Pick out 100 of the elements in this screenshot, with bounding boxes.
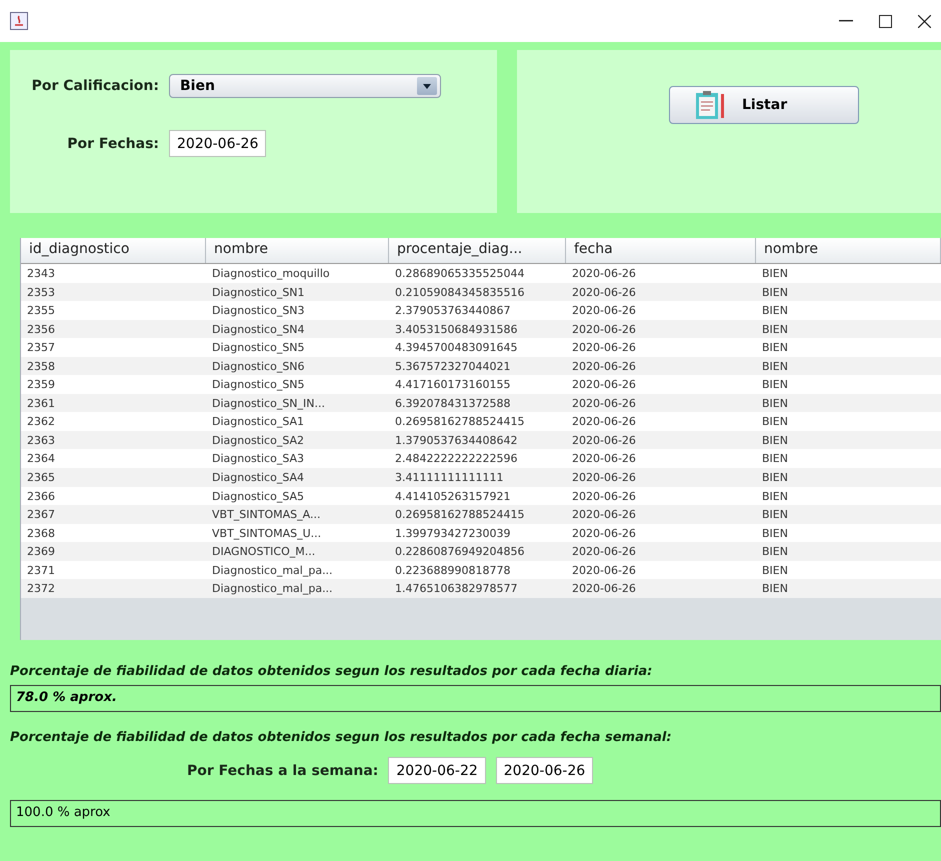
column-header[interactable]: fecha <box>566 238 756 263</box>
table-cell-text: 2359 <box>26 377 56 394</box>
table-cell-text: Diagnostico_SN_IN... <box>211 396 326 412</box>
table-cell-text: Diagnostico_SN5 <box>211 340 306 356</box>
table-cell-text: VBT_SINTOMAS_A... <box>211 507 322 524</box>
list-button[interactable]: Listar <box>669 86 859 124</box>
table-cell-text: 2020-06-26 <box>571 544 637 560</box>
table-cell-text: 4.3945700483091645 <box>394 340 518 356</box>
table-cell-text: Diagnostico_SN6 <box>211 358 306 375</box>
table-cell-text: BIEN <box>761 340 789 356</box>
table-cell-text: 2353 <box>26 284 56 301</box>
table-cell-text: BIEN <box>761 377 789 394</box>
table-cell-text: Diagnostico_SA1 <box>211 414 306 430</box>
table-cell-text: 2361 <box>26 396 56 412</box>
table-cell-text: 5.367572327044021 <box>394 358 512 375</box>
table-cell-text: 2343 <box>26 266 56 282</box>
table-cell-text: 2357 <box>26 340 56 356</box>
table-cell-text: 0.21059084345835516 <box>394 284 526 301</box>
daily-label: Porcentaje de fiabilidad de datos obtenidos segun los resultados por cada fecha diaria: <box>10 664 654 679</box>
table-cell-text: Diagnostico_mal_pa... <box>211 581 334 598</box>
table-cell-text: BIEN <box>761 322 789 338</box>
table-cell-text: 2020-06-26 <box>571 432 637 449</box>
table-cell-text: 2020-06-26 <box>571 581 637 598</box>
table-cell-text: 2365 <box>26 470 56 486</box>
column-header[interactable]: nombre <box>756 238 941 263</box>
table-cell-text: 2356 <box>26 322 56 338</box>
table-cell-text: 2371 <box>26 562 56 579</box>
table-cell-text: Diagnostico_mal_pa... <box>211 562 334 579</box>
table-cell-text: 2362 <box>26 414 56 430</box>
caret-icon <box>423 84 431 88</box>
grade-label: Por Calificacion: <box>30 78 159 94</box>
date-label: Por Fechas: <box>66 136 159 152</box>
daily-result: 78.0 % aprox. <box>10 685 941 712</box>
table-cell-text: 2020-06-26 <box>571 470 637 486</box>
week-end-field[interactable]: 2020-06-26 <box>496 757 594 784</box>
weekly-label: Porcentaje de fiabilidad de datos obtenidos segun los resultados por cada fecha semanal: <box>10 730 673 745</box>
date-field[interactable]: 2020-06-26 <box>169 130 266 157</box>
table-cell-text: 0.223688990818778 <box>394 562 512 579</box>
table-cell-text: 4.417160173160155 <box>394 377 512 394</box>
table-cell-text: BIEN <box>761 507 789 524</box>
table-cell-text: Diagnostico_SN3 <box>211 303 306 320</box>
app-icon <box>10 12 28 30</box>
week-range-label: Por Fechas a la semana: <box>187 762 378 778</box>
table-cell-text: BIEN <box>761 396 789 412</box>
column-header[interactable]: id_diagnostico <box>21 238 206 263</box>
table-cell-text: 2358 <box>26 358 56 375</box>
table-cell-text: 4.414105263157921 <box>394 488 512 505</box>
table-cell-text: 0.26958162788524415 <box>394 414 526 430</box>
table-cell-text: Diagnostico_SN4 <box>211 322 306 338</box>
table-cell-text: 2020-06-26 <box>571 266 637 282</box>
table-cell-text: 2.4842222222222596 <box>394 451 518 468</box>
table-cell-text: BIEN <box>761 414 789 430</box>
table-cell-text: 2368 <box>26 526 56 542</box>
table-cell-text: Diagnostico_SA3 <box>211 451 306 468</box>
minimize-icon[interactable] <box>839 20 853 22</box>
column-header[interactable]: nombre <box>206 238 389 263</box>
table-cell-text: 2020-06-26 <box>571 414 637 430</box>
table-cell-text: BIEN <box>761 266 789 282</box>
table-cell-text: BIEN <box>761 562 789 579</box>
table-cell-text: BIEN <box>761 581 789 598</box>
weekly-result: 100.0 % aprox <box>10 800 941 827</box>
table-cell-text: 2020-06-26 <box>571 451 637 468</box>
week-start-field[interactable]: 2020-06-22 <box>388 757 486 784</box>
table-cell-text: 2020-06-26 <box>571 284 637 301</box>
table-cell-text: BIEN <box>761 488 789 505</box>
table-cell-text: 2355 <box>26 303 56 320</box>
table-cell-text: 2372 <box>26 581 56 598</box>
table-cell-text: 2020-06-26 <box>571 562 637 579</box>
table-cell-text: DIAGNOSTICO_M... <box>211 544 316 560</box>
table-cell-text: 1.399793427230039 <box>394 526 512 542</box>
table-cell-text: VBT_SINTOMAS_U... <box>211 526 322 542</box>
table-cell-text: 3.4053150684931586 <box>394 322 518 338</box>
table-cell-text: 2020-06-26 <box>571 358 637 375</box>
table-cell-text: 2020-06-26 <box>571 396 637 412</box>
table-cell-text: BIEN <box>761 544 789 560</box>
table-cell-text: 2020-06-26 <box>571 377 637 394</box>
column-header[interactable]: procentaje_diag... <box>389 238 566 263</box>
table-cell-text: BIEN <box>761 470 789 486</box>
table-cell-text: Diagnostico_SN5 <box>211 377 306 394</box>
table-cell-text: 2363 <box>26 432 56 449</box>
table-cell-text: Diagnostico_SA5 <box>211 488 306 505</box>
table-cell-text: Diagnostico_moquillo <box>211 266 331 282</box>
table-cell-text: 6.392078431372588 <box>394 396 512 412</box>
table-cell-text: BIEN <box>761 526 789 542</box>
table-cell-text: 2020-06-26 <box>571 340 637 356</box>
table-cell-text: 2367 <box>26 507 56 524</box>
grade-dropdown[interactable]: Bien <box>169 74 441 98</box>
table-cell-text: 2366 <box>26 488 56 505</box>
table-cell-text: Diagnostico_SN1 <box>211 284 306 301</box>
maximize-icon[interactable] <box>879 14 892 28</box>
close-icon[interactable] <box>918 14 931 28</box>
table-cell-text: BIEN <box>761 303 789 320</box>
table-cell-text: BIEN <box>761 358 789 375</box>
table-cell-text: 0.26958162788524415 <box>394 507 526 524</box>
table-cell-text: 2369 <box>26 544 56 560</box>
table-cell-text: 1.4765106382978577 <box>394 581 518 598</box>
table-cell-text: 2020-06-26 <box>571 526 637 542</box>
table-cell-text: 2020-06-26 <box>571 507 637 524</box>
table-cell-text: 0.28689065335525044 <box>394 266 526 282</box>
table-cell-text: 2.379053763440867 <box>394 303 512 320</box>
